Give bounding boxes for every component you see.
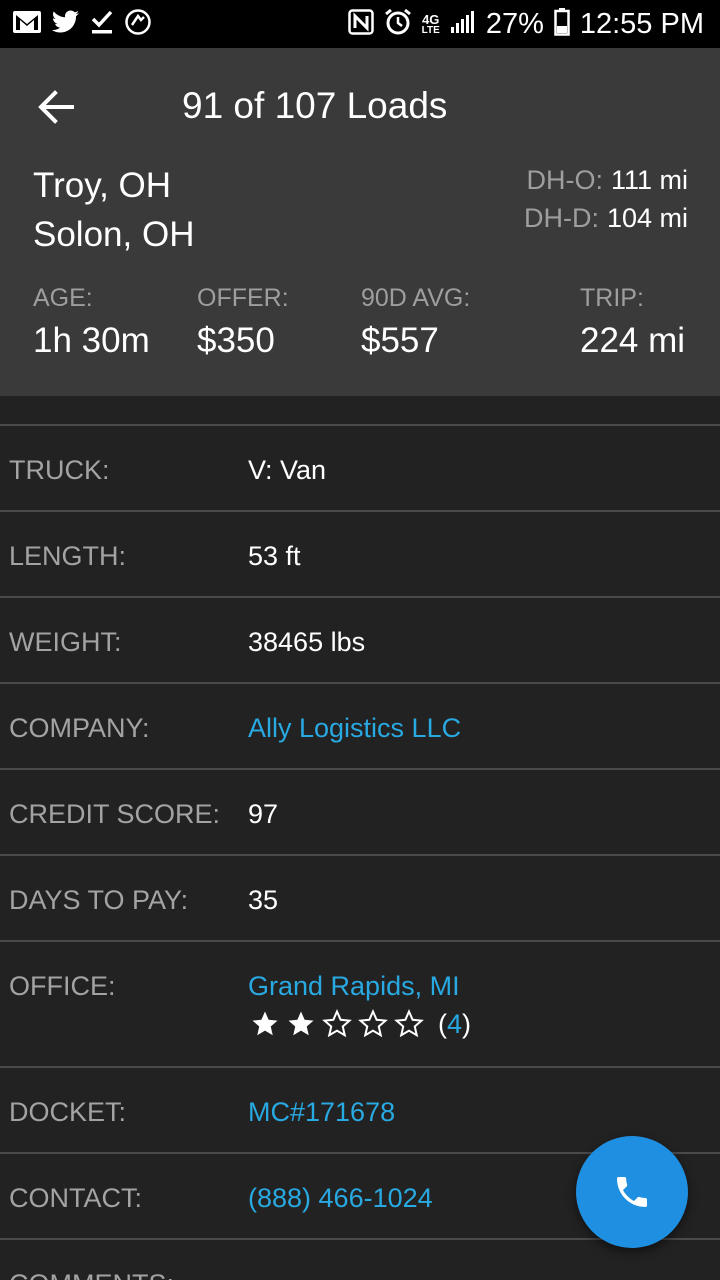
- age-label: AGE:: [33, 284, 93, 312]
- destination-city: Solon, OH: [33, 215, 195, 254]
- phone-icon: [617, 1177, 647, 1207]
- offer-stat: OFFER: $350: [197, 282, 289, 364]
- star-filled-icon: [252, 1011, 278, 1036]
- load-header: 91 of 107 Loads Troy, OH Solon, OH DH-O:…: [0, 48, 720, 396]
- review-count-open: (: [438, 1009, 447, 1039]
- review-count[interactable]: (4): [438, 1008, 471, 1040]
- notification-icons: [12, 8, 152, 40]
- weight-label: WEIGHT:: [9, 627, 122, 657]
- screen: 4G LTE 27% 12:55 PM 91 of 107 Loads Troy…: [0, 0, 720, 1280]
- avg-stat: 90D AVG: $557: [361, 282, 470, 364]
- avg-label: 90D AVG:: [361, 284, 471, 312]
- company-link[interactable]: Ally Logistics LLC: [248, 712, 461, 744]
- call-button[interactable]: [576, 1136, 688, 1248]
- back-button[interactable]: [30, 81, 82, 133]
- dh-d-label: DH-D:: [523, 203, 599, 233]
- review-count-close: ): [462, 1009, 472, 1039]
- offer-value: $350: [197, 321, 275, 360]
- age-value: 1h 30m: [33, 321, 150, 360]
- truck-label: TRUCK:: [9, 455, 110, 485]
- weight-value: 38465 lbs: [248, 627, 366, 657]
- review-count-number: 4: [447, 1009, 463, 1039]
- alarm-icon: [384, 8, 412, 41]
- length-row: LENGTH: 53 ft: [0, 512, 720, 598]
- clock: 12:55 PM: [579, 7, 704, 40]
- network-type-label: 4G: [422, 11, 440, 27]
- credit-score-label: CREDIT SCORE:: [9, 799, 221, 829]
- length-label: LENGTH:: [9, 541, 127, 571]
- star-empty-icon: [322, 1009, 352, 1038]
- star-empty-icon: [358, 1009, 388, 1038]
- network-lte-label: LTE: [421, 24, 440, 36]
- arrow-back-icon: [38, 90, 74, 124]
- credit-score-row: CREDIT SCORE: 97: [0, 770, 720, 856]
- office-rating[interactable]: (4): [250, 1008, 471, 1040]
- avg-value: $557: [361, 321, 439, 360]
- age-stat: AGE: 1h 30m: [33, 282, 150, 364]
- days-to-pay-value: 35: [248, 885, 279, 915]
- docket-label: DOCKET:: [9, 1097, 127, 1127]
- battery-icon: [554, 7, 570, 41]
- days-to-pay-row: DAYS TO PAY: 35: [0, 856, 720, 942]
- signal-icon: [450, 9, 476, 40]
- days-to-pay-label: DAYS TO PAY:: [9, 885, 189, 915]
- truck-value: V: Van: [248, 455, 327, 485]
- origin-city: Troy, OH: [33, 166, 172, 205]
- company-row: COMPANY: Ally Logistics LLC: [0, 684, 720, 770]
- nfc-icon: [347, 8, 374, 40]
- deadhead-destination: DH-D: 104 mi: [524, 201, 688, 235]
- dh-d-value: 104 mi: [606, 203, 688, 233]
- star-empty-icon: [394, 1009, 424, 1038]
- credit-score-value: 97: [248, 799, 279, 829]
- comments-label: COMMENTS:: [9, 1268, 174, 1280]
- status-bar: 4G LTE 27% 12:55 PM: [0, 0, 720, 48]
- star-filled-icon: [288, 1011, 314, 1036]
- trip-label: TRIP:: [580, 284, 644, 312]
- trip-stat: TRIP: 224 mi: [580, 282, 685, 364]
- office-link[interactable]: Grand Rapids, MI: [248, 970, 460, 1002]
- docket-link[interactable]: MC#171678: [248, 1096, 395, 1128]
- page-title: 91 of 107 Loads: [182, 85, 448, 126]
- office-label: OFFICE:: [9, 971, 116, 1001]
- dh-o-label: DH-O:: [526, 165, 603, 195]
- dh-o-value: 111 mi: [610, 165, 688, 195]
- weight-row: WEIGHT: 38465 lbs: [0, 598, 720, 684]
- offer-label: OFFER:: [197, 284, 289, 312]
- download-done-icon: [90, 9, 114, 40]
- office-row: OFFICE: Grand Rapids, MI (4): [0, 942, 720, 1068]
- contact-label: CONTACT:: [9, 1183, 142, 1213]
- lte-icon: 4G LTE: [422, 13, 440, 36]
- twitter-icon: [52, 10, 80, 39]
- system-icons: 4G LTE 27% 12:55 PM: [347, 6, 704, 42]
- battery-percent: 27%: [485, 7, 544, 40]
- length-value: 53 ft: [248, 541, 301, 571]
- gmail-icon: [12, 9, 42, 40]
- company-label: COMPANY:: [9, 713, 150, 743]
- deadhead-origin: DH-O: 111 mi: [526, 163, 688, 197]
- trip-value: 224 mi: [580, 321, 686, 360]
- sync-icon: [124, 8, 152, 41]
- comments-row: COMMENTS:: [0, 1240, 720, 1280]
- contact-phone-link[interactable]: (888) 466-1024: [248, 1182, 433, 1214]
- truck-row: TRUCK: V: Van: [0, 426, 720, 512]
